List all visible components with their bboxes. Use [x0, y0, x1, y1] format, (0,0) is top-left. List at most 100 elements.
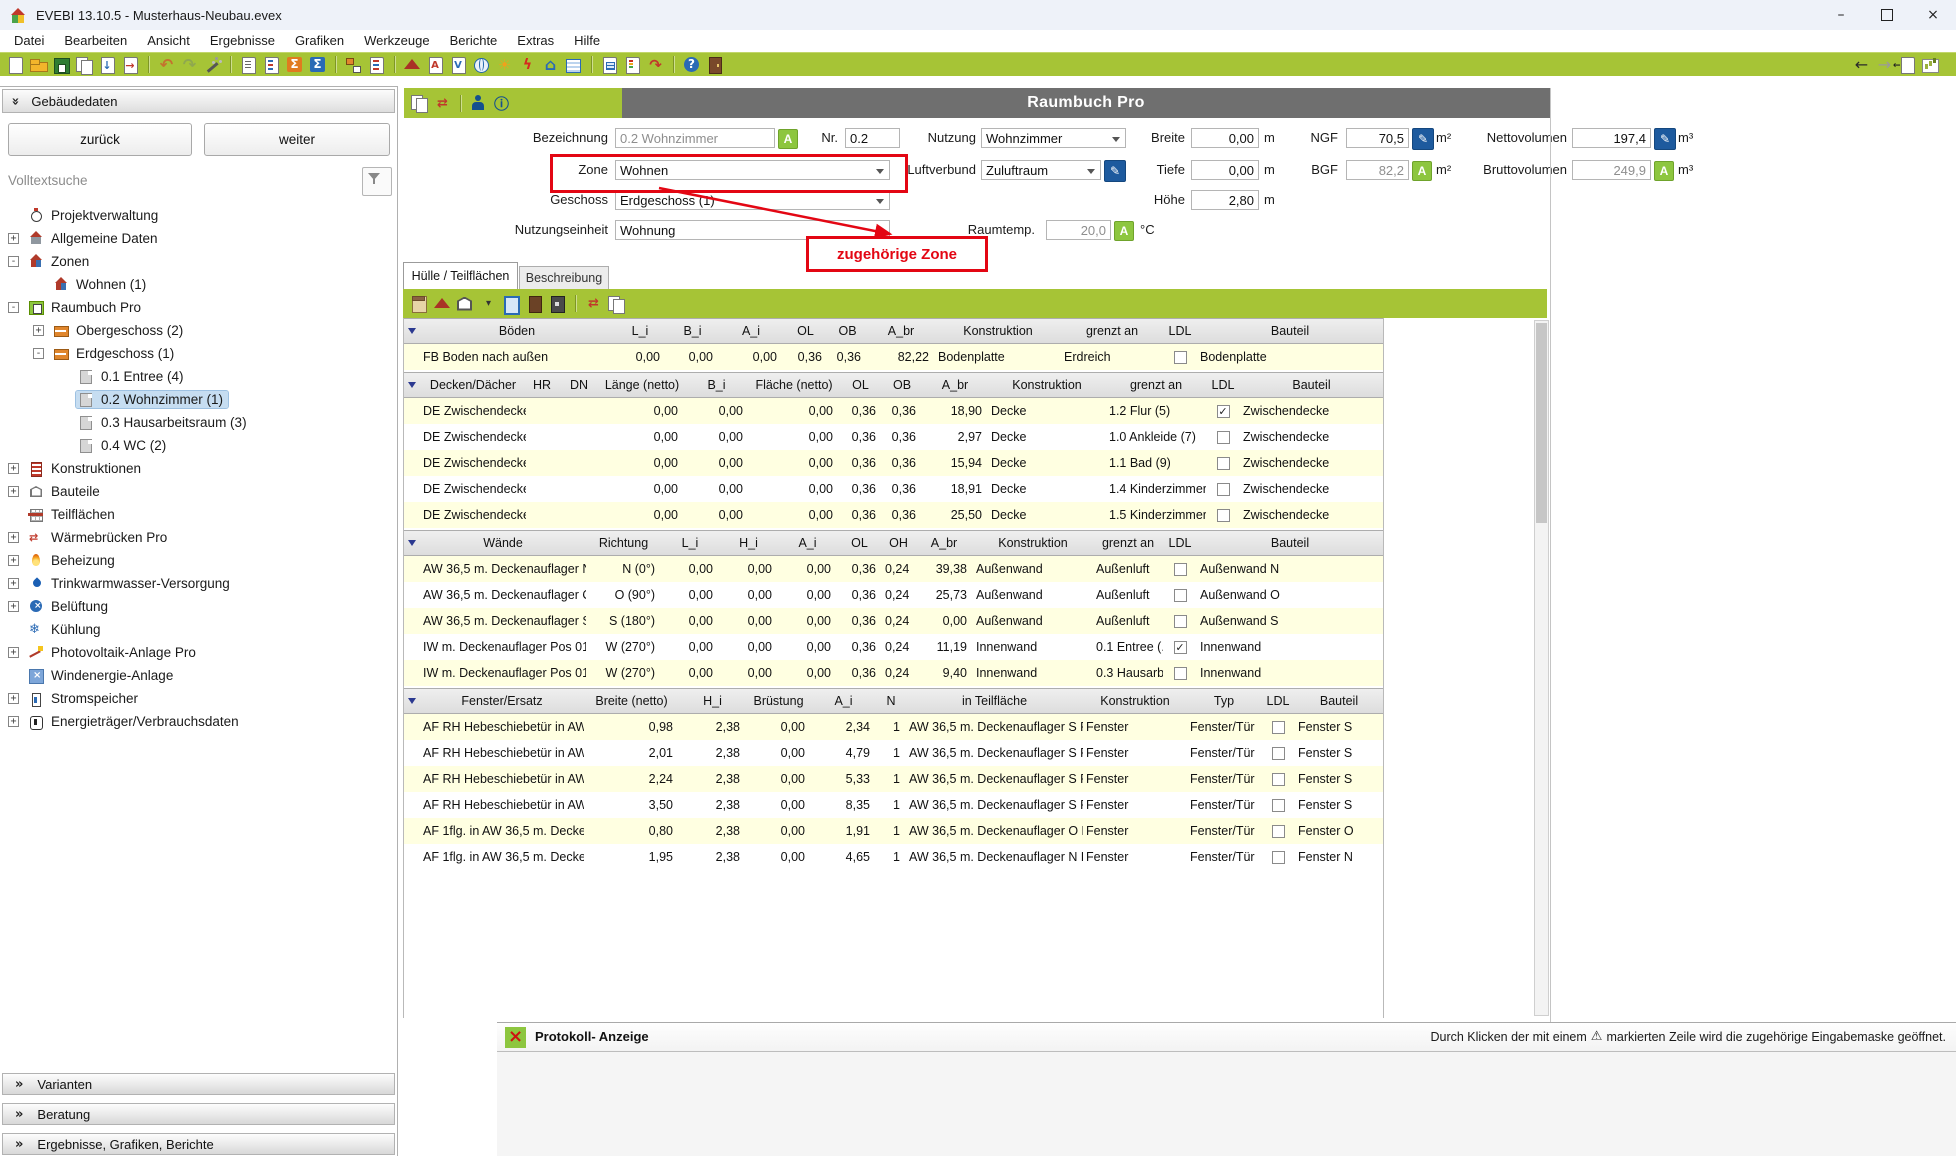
ldl-checkbox[interactable] — [1217, 483, 1230, 496]
column-header[interactable]: B_i — [684, 378, 749, 392]
column-header[interactable]: LDL — [1163, 536, 1197, 550]
column-header[interactable]: grenzt an — [1093, 536, 1163, 550]
copy-icon[interactable] — [73, 54, 96, 76]
table-row[interactable]: DE Zwischendecke0,000,000,000,360,362,97… — [404, 424, 1383, 450]
info-icon[interactable]: ⓘ — [490, 92, 513, 114]
column-header[interactable]: A_br — [867, 324, 935, 338]
column-header[interactable]: B_i — [666, 324, 719, 338]
column-header[interactable]: in Teilfläche — [906, 694, 1083, 708]
vertical-scrollbar[interactable] — [1534, 320, 1549, 1016]
tree-expander[interactable]: + — [8, 555, 19, 566]
ldl-checkbox[interactable] — [1272, 747, 1285, 760]
chart-icon[interactable] — [1919, 54, 1942, 76]
tree-expander[interactable]: + — [8, 716, 19, 727]
tree-expander[interactable]: + — [8, 693, 19, 704]
ldl-checkbox[interactable] — [1217, 509, 1230, 522]
lightning-icon[interactable]: ϟ — [516, 54, 539, 76]
next-button[interactable]: weiter — [204, 123, 390, 156]
sort-column-header[interactable] — [404, 328, 420, 334]
bezeichnung-auto-button[interactable]: A — [778, 129, 798, 149]
column-header[interactable]: OL — [839, 378, 882, 392]
column-header[interactable]: Wände — [420, 536, 586, 550]
minimize-button[interactable]: – — [1818, 0, 1864, 30]
table-row[interactable]: AF RH Hebeschiebetür in AW 36,5...3,502,… — [404, 792, 1383, 818]
menu-item-datei[interactable]: Datei — [4, 30, 54, 52]
column-header[interactable]: Brüstung — [746, 694, 811, 708]
ldl-checkbox[interactable] — [1272, 773, 1285, 786]
column-header[interactable]: Konstruktion — [1083, 694, 1187, 708]
column-header[interactable]: L_i — [614, 324, 666, 338]
exit-door-icon[interactable] — [703, 54, 726, 76]
protokoll-error-icon[interactable] — [505, 1027, 526, 1048]
column-header[interactable]: Konstruktion — [973, 536, 1093, 550]
maximize-button[interactable] — [1864, 0, 1910, 30]
doc-v-icon[interactable] — [447, 54, 470, 76]
undo-icon[interactable]: ↶ — [155, 54, 178, 76]
ldl-checkbox[interactable] — [1174, 563, 1187, 576]
bgf-input[interactable]: 82,2 — [1346, 160, 1409, 180]
scrollbar-thumb[interactable] — [1536, 323, 1547, 523]
column-header[interactable]: H_i — [679, 694, 746, 708]
tree-expander[interactable]: + — [8, 486, 19, 497]
tree-expander[interactable]: + — [8, 532, 19, 543]
column-header[interactable]: LDL — [1163, 324, 1197, 338]
tree-expander[interactable]: + — [8, 601, 19, 612]
column-header[interactable]: N — [876, 694, 906, 708]
tree-item[interactable]: +Beheizung — [6, 549, 394, 572]
doc-a-icon[interactable] — [424, 54, 447, 76]
column-header[interactable]: Fläche (netto) — [749, 378, 839, 392]
wall-icon[interactable] — [454, 293, 477, 315]
sort-column-header[interactable] — [404, 540, 420, 546]
bottom-panel-3[interactable]: »Ergebnisse, Grafiken, Berichte — [2, 1133, 395, 1155]
table-row[interactable]: AF RH Hebeschiebetür in AW 36,5...2,012,… — [404, 740, 1383, 766]
tree-item[interactable]: 0.1 Entree (4) — [6, 365, 394, 388]
redo-icon[interactable]: ↷ — [178, 54, 201, 76]
ldl-checkbox[interactable] — [1272, 799, 1285, 812]
table-row[interactable]: DE Zwischendecke0,000,000,000,360,3615,9… — [404, 450, 1383, 476]
menu-item-extras[interactable]: Extras — [507, 30, 564, 52]
tree-expander[interactable]: - — [8, 302, 19, 313]
transfer-icon[interactable]: ⇄ — [582, 293, 605, 315]
column-header[interactable]: H_i — [719, 536, 778, 550]
tab-beschreibung[interactable]: Beschreibung — [519, 266, 609, 289]
tree-item[interactable]: +Photovoltaik-Anlage Pro — [6, 641, 394, 664]
sidebar-header[interactable]: » Gebäudedaten — [2, 89, 395, 113]
menu-item-ansicht[interactable]: Ansicht — [137, 30, 200, 52]
column-header[interactable]: A_i — [719, 324, 783, 338]
bezeichnung-input[interactable]: 0.2 Wohnzimmer — [615, 128, 775, 148]
column-header[interactable]: OL — [837, 536, 882, 550]
column-header[interactable]: DN — [558, 378, 600, 392]
tree-expander[interactable]: - — [33, 348, 44, 359]
raumtemp-input[interactable]: 20,0 — [1046, 220, 1111, 240]
table-row[interactable]: AF RH Hebeschiebetür in AW 36,5...2,242,… — [404, 766, 1383, 792]
column-header[interactable]: LDL — [1206, 378, 1240, 392]
column-header[interactable]: Bauteil — [1240, 378, 1383, 392]
tree-item[interactable]: 0.2 Wohnzimmer (1) — [6, 388, 394, 411]
ldl-checkbox[interactable]: ✓ — [1217, 405, 1230, 418]
ngf-input[interactable]: 70,5 — [1346, 128, 1409, 148]
column-header[interactable]: A_br — [922, 378, 988, 392]
tree-expander[interactable]: - — [8, 256, 19, 267]
column-header[interactable]: L_i — [661, 536, 719, 550]
column-header[interactable]: Konstruktion — [935, 324, 1061, 338]
ldl-checkbox[interactable] — [1272, 825, 1285, 838]
hoehe-input[interactable]: 2,80 — [1191, 190, 1259, 210]
door-icon[interactable] — [523, 293, 546, 315]
table-row[interactable]: AW 36,5 m. Deckenauflager N Pos (...N (0… — [404, 556, 1383, 582]
ldl-checkbox[interactable] — [1174, 667, 1187, 680]
column-header[interactable]: HR — [526, 378, 558, 392]
table-row[interactable]: DE Zwischendecke0,000,000,000,360,3625,5… — [404, 502, 1383, 528]
tree-item[interactable]: Kühlung — [6, 618, 394, 641]
column-header[interactable]: Bauteil — [1197, 324, 1383, 338]
column-header[interactable]: A_i — [778, 536, 837, 550]
bruttovolumen-auto-button[interactable]: A — [1654, 161, 1674, 181]
column-header[interactable]: OL — [783, 324, 828, 338]
column-header[interactable]: Typ — [1187, 694, 1261, 708]
hierarchy-icon[interactable] — [342, 54, 365, 76]
column-header[interactable]: OB — [828, 324, 867, 338]
chart-curve-icon[interactable]: ↷ — [644, 54, 667, 76]
ldl-checkbox[interactable]: ✓ — [1174, 641, 1187, 654]
copy-icon[interactable] — [605, 293, 628, 315]
column-header[interactable]: Bauteil — [1197, 536, 1383, 550]
ldl-checkbox[interactable] — [1272, 851, 1285, 864]
